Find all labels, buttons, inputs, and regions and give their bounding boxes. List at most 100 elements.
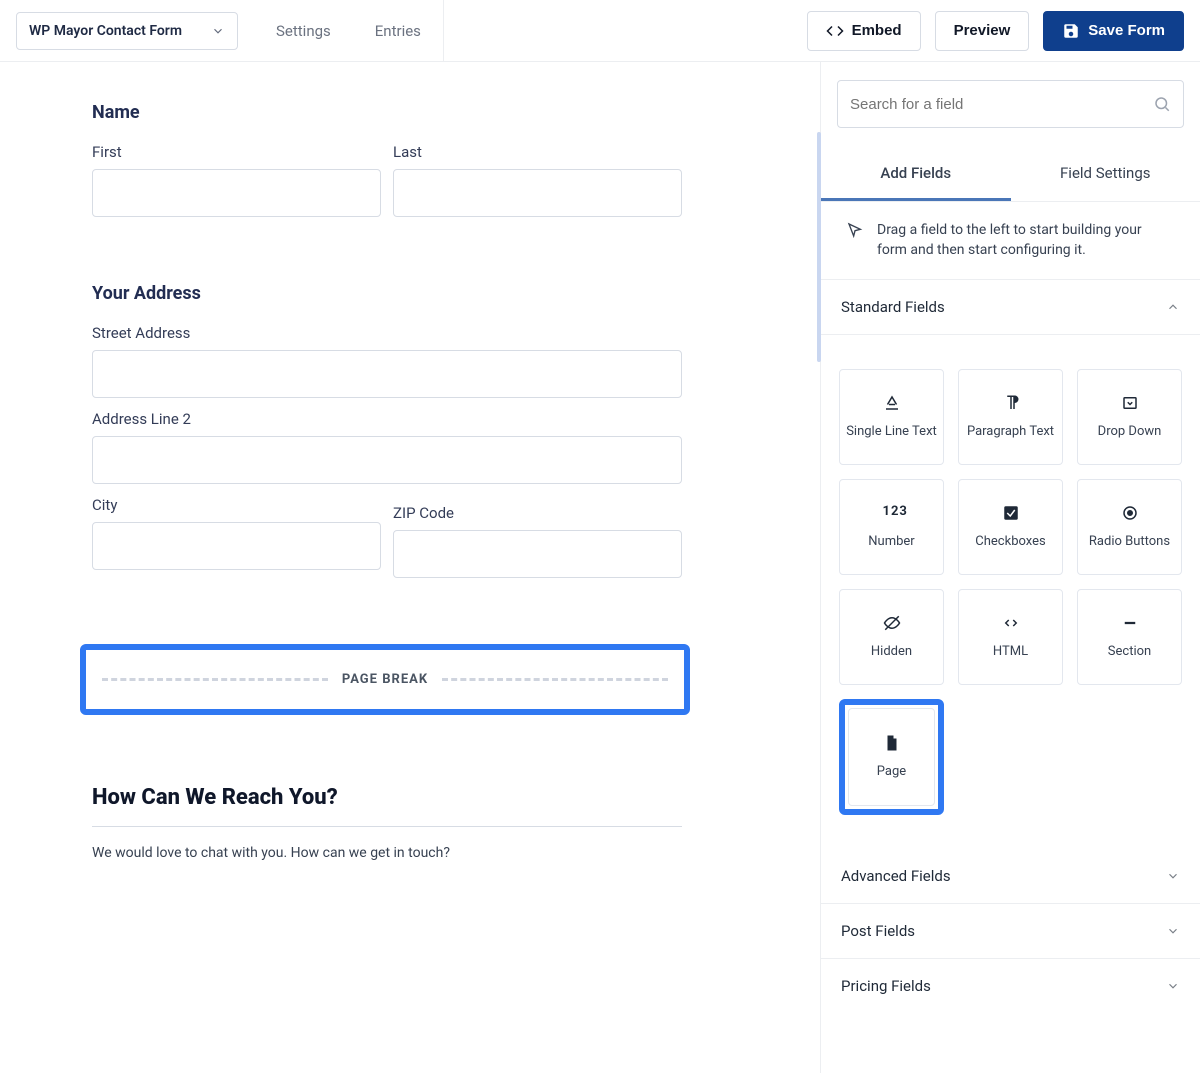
tile-html[interactable]: HTML	[958, 589, 1063, 685]
cursor-icon	[847, 222, 863, 238]
tile-single-line-text[interactable]: Single Line Text	[839, 369, 944, 465]
form-name: WP Mayor Contact Form	[29, 23, 182, 39]
search-icon	[1153, 95, 1171, 113]
search-input[interactable]	[850, 96, 1153, 113]
tile-label: Hidden	[871, 644, 912, 659]
zip-subfield: ZIP Code	[393, 504, 682, 578]
city-subfield: City	[92, 496, 381, 578]
chevron-down-icon	[211, 24, 225, 38]
form-canvas[interactable]: Name First Last Your Address Street Addr…	[0, 62, 820, 1073]
section-icon	[1121, 614, 1139, 632]
name-field-block[interactable]: Name First Last	[92, 102, 754, 217]
radio-icon	[1121, 504, 1139, 522]
dashed-line-left	[102, 678, 328, 681]
line2-input[interactable]	[92, 436, 682, 484]
street-label: Street Address	[92, 324, 682, 342]
section-heading: How Can We Reach You?	[92, 785, 754, 810]
line2-subfield: Address Line 2	[92, 410, 682, 484]
code-icon	[826, 22, 844, 40]
tile-checkboxes[interactable]: Checkboxes	[958, 479, 1063, 575]
tile-radio[interactable]: Radio Buttons	[1077, 479, 1182, 575]
embed-label: Embed	[852, 22, 902, 39]
top-nav: Settings Entries	[254, 0, 444, 62]
tab-add-fields[interactable]: Add Fields	[821, 146, 1011, 201]
group-pricing[interactable]: Pricing Fields	[821, 959, 1200, 1013]
tile-section[interactable]: Section	[1077, 589, 1182, 685]
field-search[interactable]	[837, 80, 1184, 128]
standard-fields-grid: Single Line Text Paragraph Text Drop Dow…	[821, 335, 1200, 849]
tile-paragraph-text[interactable]: Paragraph Text	[958, 369, 1063, 465]
drag-hint: Drag a field to the left to start buildi…	[821, 202, 1200, 280]
number-icon: 123	[883, 504, 901, 522]
tile-label: Number	[868, 534, 914, 549]
nav-entries[interactable]: Entries	[353, 0, 443, 62]
section-block[interactable]: How Can We Reach You? We would love to c…	[92, 785, 754, 861]
nav-settings[interactable]: Settings	[254, 0, 353, 62]
preview-label: Preview	[954, 22, 1011, 39]
tile-dropdown[interactable]: Drop Down	[1077, 369, 1182, 465]
sidebar-tabs: Add Fields Field Settings	[821, 146, 1200, 202]
dashed-line-right	[442, 678, 668, 681]
save-form-button[interactable]: Save Form	[1043, 11, 1184, 51]
city-label: City	[92, 496, 381, 514]
group-post[interactable]: Post Fields	[821, 904, 1200, 959]
page-break-label: PAGE BREAK	[342, 672, 428, 687]
sidebar: Add Fields Field Settings Drag a field t…	[820, 62, 1200, 1073]
page-break[interactable]: PAGE BREAK	[80, 644, 690, 715]
tile-label: Single Line Text	[846, 424, 937, 439]
html-icon	[1002, 614, 1020, 632]
dropdown-icon	[1121, 394, 1139, 412]
paragraph-icon	[1002, 394, 1020, 412]
chevron-down-icon	[1166, 924, 1180, 938]
city-input[interactable]	[92, 522, 381, 570]
zip-input[interactable]	[393, 530, 682, 578]
tab-field-settings[interactable]: Field Settings	[1011, 146, 1200, 201]
last-name-subfield: Last	[393, 143, 682, 217]
group-advanced-label: Advanced Fields	[841, 867, 951, 885]
chevron-down-icon	[1166, 979, 1180, 993]
tile-label: Checkboxes	[975, 534, 1045, 549]
last-input[interactable]	[393, 169, 682, 217]
last-label: Last	[393, 143, 682, 161]
chevron-up-icon	[1166, 300, 1180, 314]
tile-hidden[interactable]: Hidden	[839, 589, 944, 685]
chevron-down-icon	[1166, 869, 1180, 883]
first-name-subfield: First	[92, 143, 381, 217]
checkbox-icon	[1002, 504, 1020, 522]
tile-label: Section	[1108, 644, 1151, 659]
topbar: WP Mayor Contact Form Settings Entries E…	[0, 0, 1200, 62]
section-rule	[92, 826, 682, 827]
form-switcher[interactable]: WP Mayor Contact Form	[16, 12, 238, 50]
name-title: Name	[92, 102, 754, 123]
drag-hint-text: Drag a field to the left to start buildi…	[877, 220, 1174, 261]
tile-label: HTML	[993, 644, 1028, 659]
group-pricing-label: Pricing Fields	[841, 977, 931, 995]
tile-label: Page	[877, 764, 906, 779]
street-subfield: Street Address	[92, 324, 682, 398]
save-label: Save Form	[1088, 22, 1165, 39]
first-input[interactable]	[92, 169, 381, 217]
zip-label: ZIP Code	[393, 504, 682, 522]
preview-button[interactable]: Preview	[935, 11, 1030, 51]
group-standard[interactable]: Standard Fields	[821, 280, 1200, 335]
save-icon	[1062, 22, 1080, 40]
group-advanced[interactable]: Advanced Fields	[821, 849, 1200, 904]
hidden-icon	[883, 614, 901, 632]
section-desc: We would love to chat with you. How can …	[92, 845, 754, 861]
street-input[interactable]	[92, 350, 682, 398]
tile-page[interactable]: Page	[848, 708, 935, 806]
tile-label: Drop Down	[1098, 424, 1162, 439]
tile-label: Radio Buttons	[1089, 534, 1170, 549]
first-label: First	[92, 143, 381, 161]
tile-label: Paragraph Text	[967, 424, 1054, 439]
group-standard-label: Standard Fields	[841, 298, 945, 316]
tile-page-highlight: Page	[839, 699, 944, 815]
line2-label: Address Line 2	[92, 410, 682, 428]
tile-number[interactable]: 123 Number	[839, 479, 944, 575]
address-field-block[interactable]: Your Address Street Address Address Line…	[92, 283, 754, 578]
embed-button[interactable]: Embed	[807, 11, 921, 51]
text-icon	[883, 394, 901, 412]
page-icon	[883, 734, 901, 752]
address-title: Your Address	[92, 283, 754, 304]
group-post-label: Post Fields	[841, 922, 915, 940]
